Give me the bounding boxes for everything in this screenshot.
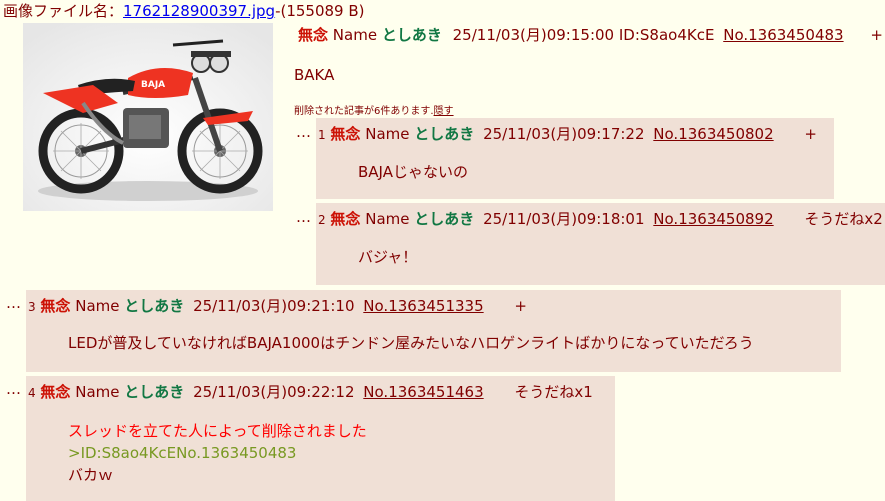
- reply-4-name-label: Name: [75, 383, 120, 401]
- reply-4-subject: 無念: [40, 383, 71, 401]
- reply-1-subject: 無念: [330, 125, 361, 143]
- reply-1-name-label: Name: [365, 125, 410, 143]
- op-number-link[interactable]: No.1363450483: [723, 26, 843, 44]
- reply-4-dots[interactable]: …: [6, 380, 21, 398]
- reply-1: 1 無念 Name としあき 25/11/03(月)09:17:22 No.13…: [316, 118, 834, 199]
- reply-2-number-link[interactable]: No.1363450892: [653, 210, 773, 228]
- file-info: 画像ファイル名：1762128900397.jpg-(155089 B): [3, 0, 365, 21]
- file-label: 画像ファイル名：: [3, 2, 124, 20]
- reply-1-plus-button[interactable]: +: [804, 125, 817, 143]
- reply-4-header: 4 無念 Name としあき 25/11/03(月)09:22:12 No.13…: [28, 381, 593, 402]
- reply-1-index: 1: [318, 128, 326, 142]
- reply-2: 2 無念 Name としあき 25/11/03(月)09:18:01 No.13…: [316, 203, 885, 285]
- reply-3-datetime: 25/11/03(月)09:21:10: [193, 297, 355, 315]
- reply-4: 4 無念 Name としあき 25/11/03(月)09:22:12 No.13…: [26, 376, 615, 501]
- file-size: -(155089 B): [275, 2, 365, 20]
- reply-1-dots[interactable]: …: [296, 123, 311, 141]
- reply-3-subject: 無念: [40, 297, 71, 315]
- reply-3-name: としあき: [124, 297, 185, 315]
- op-header: 無念 Name としあき 25/11/03(月)09:15:00 ID:S8ao…: [298, 24, 883, 45]
- reply-2-subject: 無念: [330, 210, 361, 228]
- reply-1-body: BAJAじゃないの: [358, 163, 468, 181]
- file-link[interactable]: 1762128900397.jpg: [123, 2, 275, 20]
- thread-image[interactable]: BAJA: [23, 23, 273, 211]
- deleted-notice: 削除された記事が6件あります.隠す: [294, 102, 454, 117]
- hide-link[interactable]: 隠す: [434, 106, 454, 117]
- op-body: BAKA: [294, 66, 335, 84]
- reply-2-name-label: Name: [365, 210, 410, 228]
- reply-4-sodane-button[interactable]: そうだねx1: [514, 383, 592, 401]
- reply-3-plus-button[interactable]: +: [514, 297, 527, 315]
- reply-4-index: 4: [28, 386, 36, 400]
- reply-2-sodane-button[interactable]: そうだねx2: [804, 210, 882, 228]
- reply-3: 3 無念 Name としあき 25/11/03(月)09:21:10 No.13…: [26, 290, 841, 372]
- reply-3-header: 3 無念 Name としあき 25/11/03(月)09:21:10 No.13…: [28, 295, 527, 316]
- reply-2-datetime: 25/11/03(月)09:18:01: [483, 210, 645, 228]
- op-id: ID:S8ao4KcE: [618, 26, 715, 44]
- reply-1-name: としあき: [414, 125, 475, 143]
- reply-2-name: としあき: [414, 210, 475, 228]
- reply-1-datetime: 25/11/03(月)09:17:22: [483, 125, 645, 143]
- reply-4-name: としあき: [124, 383, 185, 401]
- reply-2-body: バジャ！: [358, 248, 418, 266]
- op-plus-button[interactable]: +: [870, 26, 883, 44]
- reply-4-body: スレッドを立てた人によって削除されました >ID:S8ao4KcENo.1363…: [68, 420, 367, 486]
- reply-2-header: 2 無念 Name としあき 25/11/03(月)09:18:01 No.13…: [318, 208, 883, 229]
- reply-2-index: 2: [318, 213, 326, 227]
- reply-3-number-link[interactable]: No.1363451335: [363, 297, 483, 315]
- deleted-notice-text: 削除された記事が6件あります.: [294, 106, 434, 117]
- reply-1-number-link[interactable]: No.1363450802: [653, 125, 773, 143]
- reply-3-dots[interactable]: …: [6, 294, 21, 312]
- reply-4-datetime: 25/11/03(月)09:22:12: [193, 383, 355, 401]
- op-name: としあき: [381, 26, 442, 44]
- reply-4-quote: >ID:S8ao4KcENo.1363450483: [68, 444, 297, 462]
- op-datetime: 25/11/03(月)09:15:00: [452, 26, 615, 44]
- op-subject: 無念: [298, 26, 329, 44]
- svg-text:BAJA: BAJA: [141, 80, 165, 90]
- reply-3-index: 3: [28, 300, 36, 314]
- reply-3-name-label: Name: [75, 297, 120, 315]
- reply-4-deleted-message: スレッドを立てた人によって削除されました: [68, 422, 367, 440]
- motorcycle-image: BAJA: [23, 23, 273, 211]
- reply-4-text: バカｗ: [68, 466, 114, 484]
- reply-2-dots[interactable]: …: [296, 208, 311, 226]
- reply-4-number-link[interactable]: No.1363451463: [363, 383, 483, 401]
- op-name-label: Name: [332, 26, 378, 44]
- reply-3-body: LEDが普及していなければBAJA1000はチンドン屋みたいなハロゲンライトばか…: [68, 334, 754, 352]
- reply-1-header: 1 無念 Name としあき 25/11/03(月)09:17:22 No.13…: [318, 123, 817, 144]
